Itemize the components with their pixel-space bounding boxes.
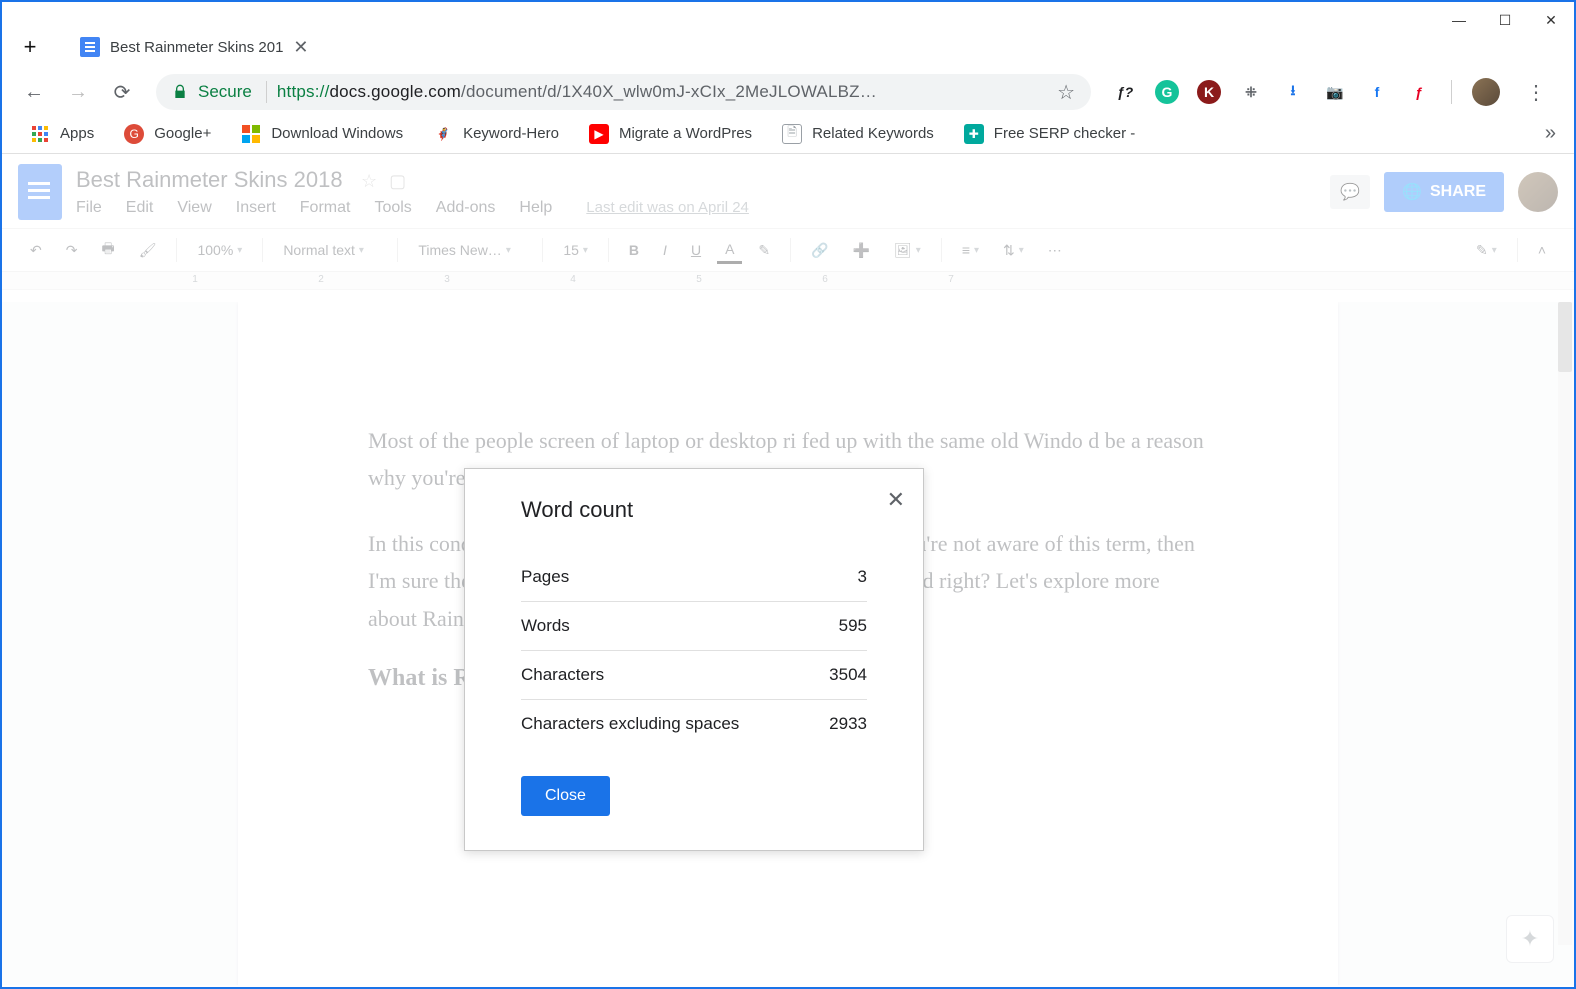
wc-row-chars: Characters 3504	[521, 651, 867, 700]
tab-close-icon[interactable]: ✕	[293, 37, 308, 58]
bookmark-apps-label: Apps	[60, 125, 94, 142]
url-separator	[266, 81, 267, 103]
ext-grammarly-icon[interactable]: G	[1155, 80, 1179, 104]
wc-label: Characters	[521, 665, 604, 685]
wc-value: 2933	[829, 714, 867, 734]
wc-row-pages: Pages 3	[521, 553, 867, 602]
wc-row-words: Words 595	[521, 602, 867, 651]
wc-row-chars-nospaces: Characters excluding spaces 2933	[521, 700, 867, 748]
wc-label: Characters excluding spaces	[521, 714, 739, 734]
docs-app: Best Rainmeter Skins 2018 ☆ ▢ File Edit …	[2, 154, 1574, 985]
profile-avatar[interactable]	[1472, 78, 1500, 106]
browser-tabs: + Best Rainmeter Skins 201 ✕	[2, 24, 1574, 70]
nav-back-button[interactable]: ←	[16, 74, 52, 110]
ext-font-icon[interactable]: ƒ?	[1113, 80, 1137, 104]
nav-forward-button[interactable]: →	[60, 74, 96, 110]
bookmark-googleplus[interactable]: G Google+	[124, 124, 211, 144]
window-maximize[interactable]: ☐	[1482, 2, 1528, 38]
ext-save-icon[interactable]: ⭳	[1281, 80, 1305, 104]
browser-menu-button[interactable]: ⋮	[1518, 80, 1554, 105]
bookmark-label: Google+	[154, 125, 211, 142]
dialog-close-icon[interactable]: ✕	[887, 487, 905, 513]
nav-reload-button[interactable]: ⟳	[104, 74, 140, 110]
secure-label: Secure	[198, 82, 252, 102]
url-text: https://docs.google.com/document/d/1X40X…	[277, 82, 1047, 102]
bookmark-label: Related Keywords	[812, 125, 934, 142]
browser-tab[interactable]: Best Rainmeter Skins 201 ✕	[68, 29, 321, 65]
window-controls: — ☐ ✕	[1436, 2, 1574, 38]
serp-icon: ✚	[964, 124, 984, 144]
windows-icon	[241, 124, 261, 144]
tab-title: Best Rainmeter Skins 201	[110, 39, 283, 56]
page-icon: 🗎	[782, 124, 802, 144]
bookmark-migrate-wp[interactable]: ▶ Migrate a WordPres	[589, 124, 752, 144]
googleplus-icon: G	[124, 124, 144, 144]
bookmarks-bar: Apps G Google+ Download Windows 🦸 Keyword-…	[2, 114, 1574, 154]
dialog-title: Word count	[521, 497, 867, 523]
ext-k-icon[interactable]: K	[1197, 80, 1221, 104]
ext-grid-icon[interactable]: ⁜	[1239, 80, 1263, 104]
bookmark-windows[interactable]: Download Windows	[241, 124, 403, 144]
bookmark-label: Download Windows	[271, 125, 403, 142]
wc-value: 3	[858, 567, 867, 587]
bookmark-star-icon[interactable]: ☆	[1057, 80, 1075, 105]
window-minimize[interactable]: —	[1436, 2, 1482, 38]
docs-favicon-icon	[80, 37, 100, 57]
browser-nav: ← → ⟳ Secure https://docs.google.com/doc…	[2, 70, 1574, 114]
wc-label: Pages	[521, 567, 569, 587]
extension-separator	[1451, 80, 1452, 104]
window-close[interactable]: ✕	[1528, 2, 1574, 38]
apps-grid-icon	[30, 124, 50, 144]
bookmark-keyword-hero[interactable]: 🦸 Keyword-Hero	[433, 124, 559, 144]
wc-value: 3504	[829, 665, 867, 685]
bookmark-label: Keyword-Hero	[463, 125, 559, 142]
youtube-icon: ▶	[589, 124, 609, 144]
bookmark-label: Free SERP checker -	[994, 125, 1135, 142]
wc-label: Words	[521, 616, 570, 636]
bookmarks-overflow-button[interactable]: »	[1545, 122, 1556, 145]
ext-facebook-icon[interactable]: f	[1365, 80, 1389, 104]
bookmark-label: Migrate a WordPres	[619, 125, 752, 142]
wc-value: 595	[839, 616, 867, 636]
bookmark-serp-checker[interactable]: ✚ Free SERP checker -	[964, 124, 1135, 144]
lock-icon	[172, 84, 188, 100]
word-count-dialog: ✕ Word count Pages 3 Words 595 Characters 3…	[464, 468, 924, 851]
ext-pinterest-icon[interactable]: ƒ	[1407, 80, 1431, 104]
extensions: ƒ? G K ⁜ ⭳ 📷 f ƒ ⋮	[1107, 78, 1560, 106]
address-bar[interactable]: Secure https://docs.google.com/document/…	[156, 74, 1091, 110]
bookmark-related-keywords[interactable]: 🗎 Related Keywords	[782, 124, 934, 144]
new-tab-button[interactable]: +	[16, 33, 44, 61]
ext-camera-icon[interactable]: 📷	[1323, 80, 1347, 104]
bookmark-apps[interactable]: Apps	[30, 124, 94, 144]
keyword-hero-icon: 🦸	[433, 124, 453, 144]
dialog-close-button[interactable]: Close	[521, 776, 610, 816]
